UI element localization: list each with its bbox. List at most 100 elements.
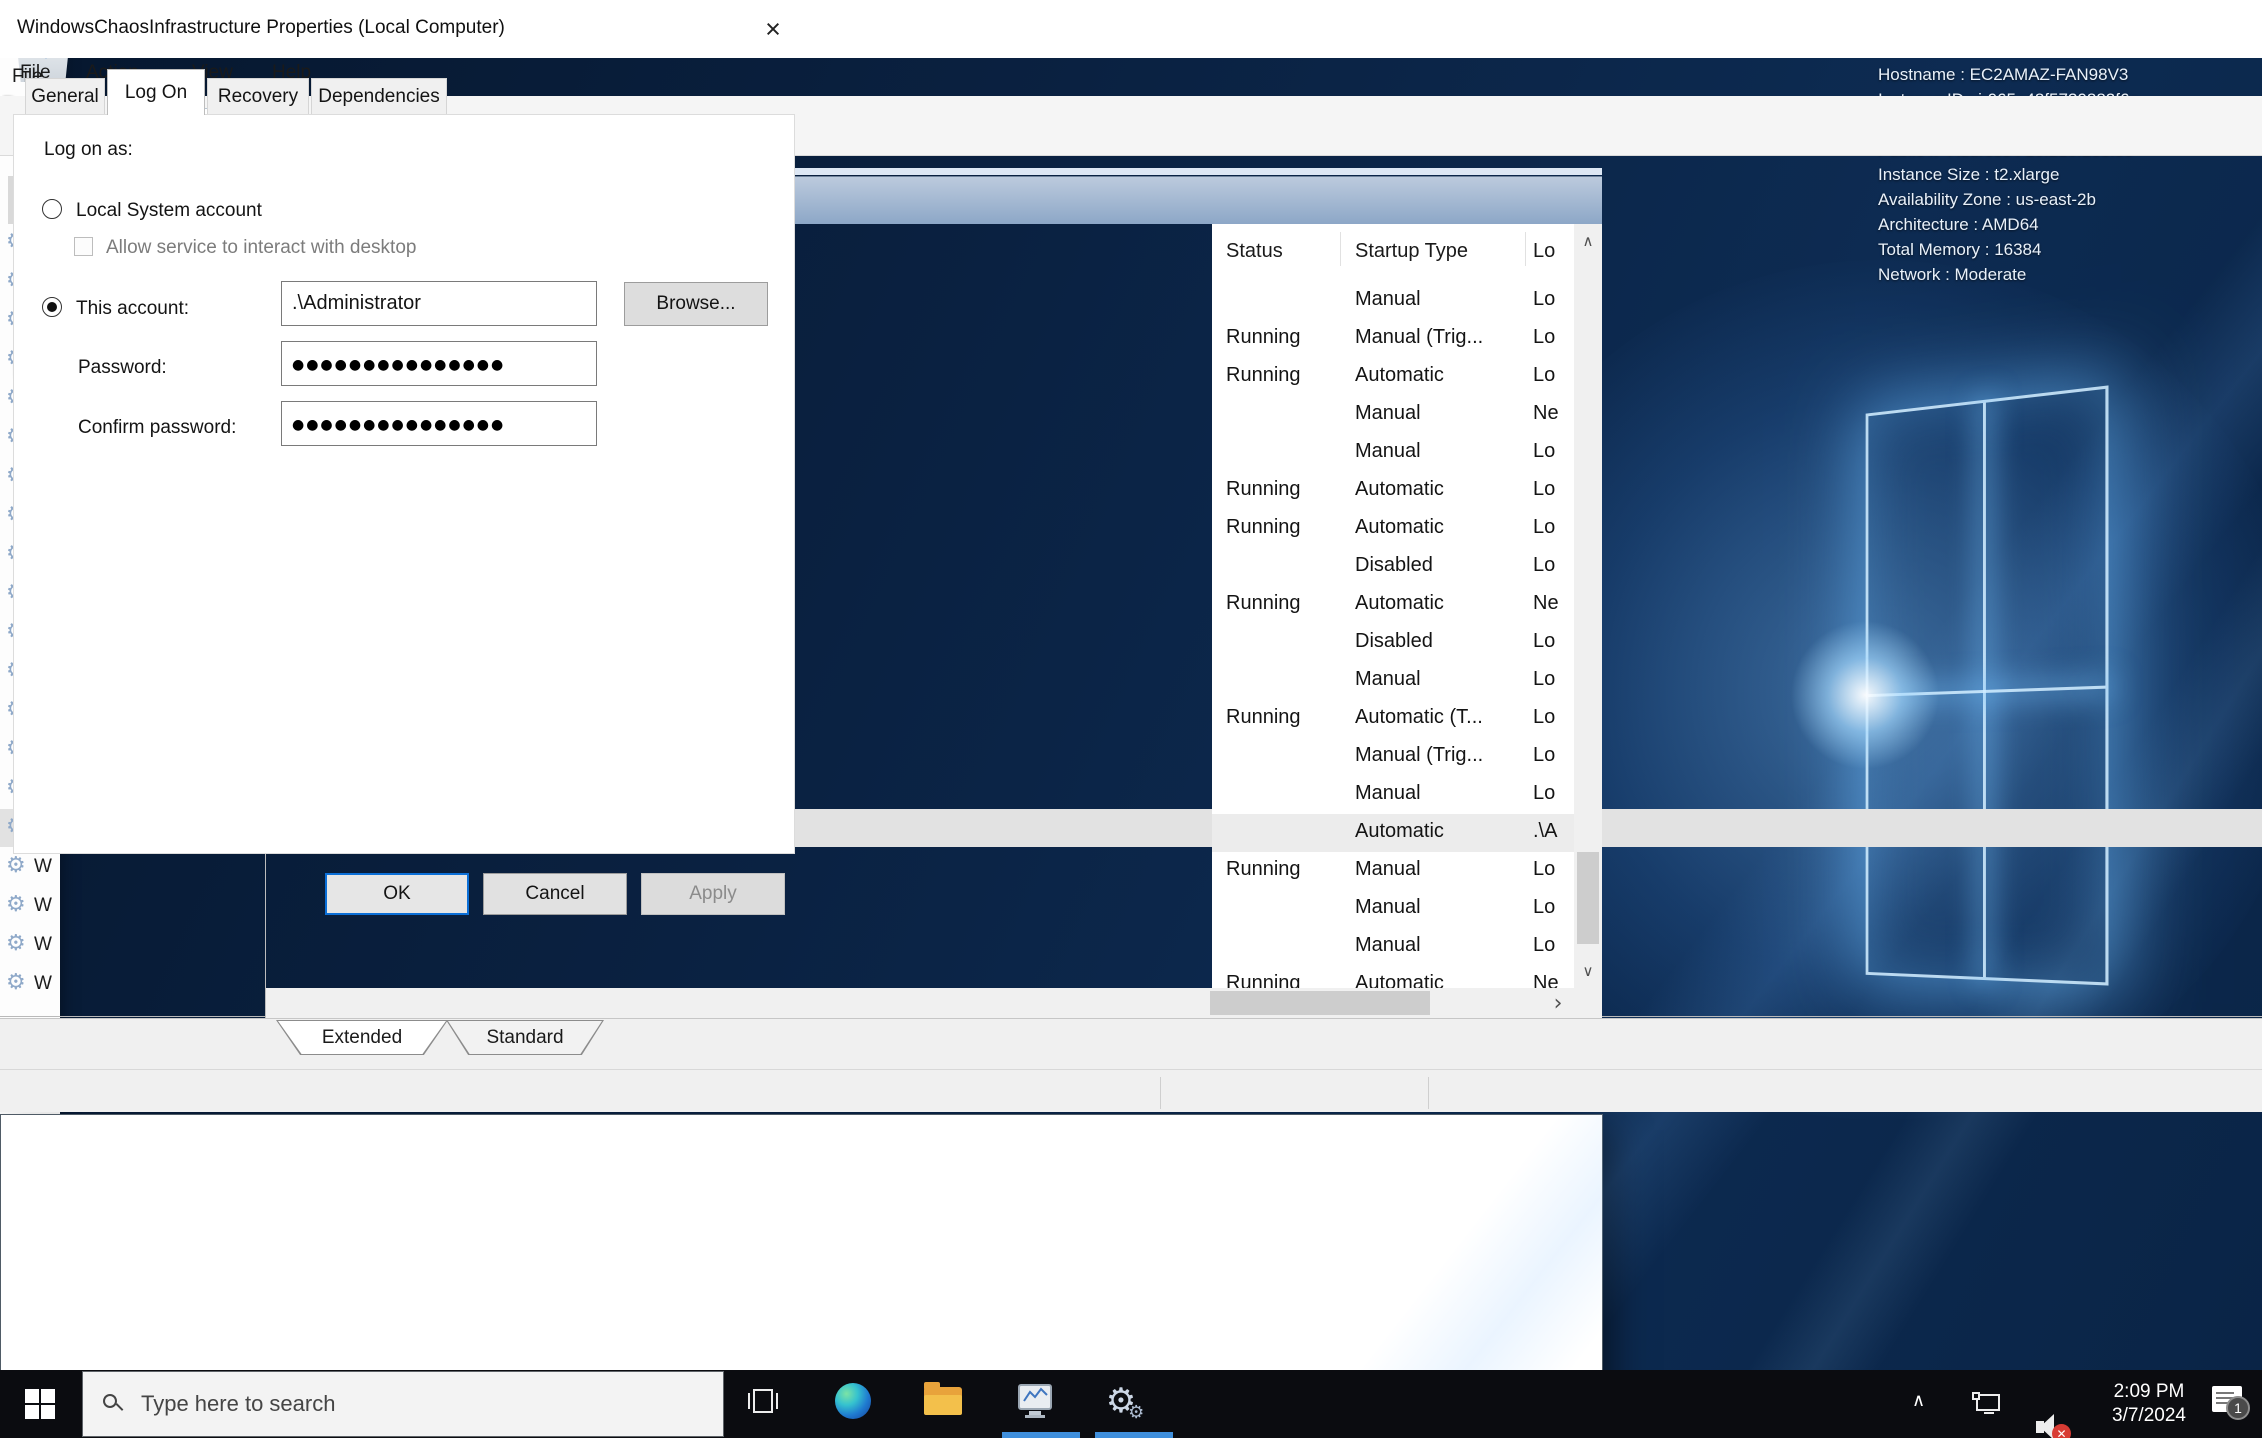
- service-row[interactable]: ManualLo: [1212, 890, 1574, 928]
- dialog-title: WindowsChaosInfrastructure Properties (L…: [17, 17, 505, 39]
- local-system-label[interactable]: Local System account: [76, 200, 262, 222]
- this-account-label[interactable]: This account:: [76, 298, 189, 320]
- confirm-password-input[interactable]: ●●●●●●●●●●●●●●●: [281, 401, 597, 446]
- service-row[interactable]: ManualLo: [1212, 282, 1574, 320]
- file-explorer-taskbar-icon[interactable]: [912, 1370, 974, 1432]
- divider: [0, 1016, 60, 1017]
- perfmon-taskbar-icon[interactable]: [1002, 1370, 1064, 1432]
- confirm-password-label: Confirm password:: [78, 417, 236, 439]
- scroll-up-button[interactable]: ∧: [1574, 224, 1602, 258]
- gear-icon: ⚙: [1128, 1402, 1144, 1423]
- clock-date: 3/7/2024: [2096, 1405, 2202, 1427]
- windows-logo-icon: [25, 1389, 55, 1419]
- task-view-button[interactable]: [732, 1370, 794, 1432]
- browse-button[interactable]: Browse...: [624, 282, 768, 326]
- ok-button[interactable]: OK: [325, 873, 469, 915]
- service-row[interactable]: RunningManualLo: [1212, 852, 1574, 890]
- this-account-radio[interactable]: [42, 297, 62, 317]
- scroll-right-button[interactable]: ›: [1542, 988, 1574, 1018]
- cancel-button[interactable]: Cancel: [483, 873, 627, 915]
- service-row[interactable]: RunningAutomaticLo: [1212, 510, 1574, 548]
- scrollbar-corner: [1574, 988, 1602, 1018]
- tab-standard[interactable]: Standard: [446, 1020, 604, 1055]
- statusbar-separator: [1428, 1077, 1429, 1109]
- service-row[interactable]: ⚙W: [0, 965, 60, 1003]
- local-system-radio[interactable]: [42, 199, 62, 219]
- apply-button[interactable]: Apply: [641, 873, 785, 915]
- service-row[interactable]: ManualLo: [1212, 776, 1574, 814]
- service-row[interactable]: ManualLo: [1212, 662, 1574, 700]
- column-separator[interactable]: [1340, 232, 1341, 266]
- log-on-tab-page: Log on as: Local System account Allow se…: [13, 114, 795, 854]
- gear-icon: ⚙: [6, 855, 26, 877]
- service-row[interactable]: RunningAutomaticNe: [1212, 586, 1574, 624]
- service-row[interactable]: ManualNe: [1212, 396, 1574, 434]
- service-row[interactable]: DisabledLo: [1212, 624, 1574, 662]
- scrollbar-thumb[interactable]: [1210, 991, 1430, 1015]
- notification-icon: 1: [2212, 1386, 2242, 1412]
- tab-extended[interactable]: Extended: [276, 1020, 448, 1055]
- password-input[interactable]: ●●●●●●●●●●●●●●●: [281, 341, 597, 386]
- service-row[interactable]: RunningAutomatic (T...Lo: [1212, 700, 1574, 738]
- service-row[interactable]: RunningAutomaticLo: [1212, 358, 1574, 396]
- statusbar-separator: [1160, 1077, 1161, 1109]
- edge-icon: [835, 1383, 871, 1419]
- scroll-down-button[interactable]: ∨: [1574, 954, 1602, 988]
- service-row[interactable]: RunningManual (Trig...Lo: [1212, 320, 1574, 358]
- column-header-startup-type[interactable]: Startup Type: [1355, 240, 1468, 263]
- column-header-status[interactable]: Status: [1226, 240, 1283, 263]
- taskbar-search[interactable]: Type here to search: [82, 1371, 724, 1437]
- column-header-logon-as[interactable]: Lo: [1533, 240, 1555, 263]
- taskbar: Type here to search ⚙ ⚙: [0, 1370, 2262, 1438]
- network-icon[interactable]: [1972, 1392, 2002, 1416]
- tab-log-on[interactable]: Log On: [107, 69, 205, 115]
- clock-time: 2:09 PM: [2096, 1381, 2202, 1403]
- service-row[interactable]: DisabledLo: [1212, 548, 1574, 586]
- search-icon: [103, 1394, 123, 1414]
- gear-icon: ⚙: [6, 894, 26, 916]
- interact-desktop-label: Allow service to interact with desktop: [106, 237, 416, 259]
- window-bottom: Extended Standard: [0, 1018, 2262, 1112]
- password-label: Password:: [78, 357, 167, 379]
- service-row[interactable]: ManualLo: [1212, 928, 1574, 966]
- service-row-selected[interactable]: Automatic.\A: [1212, 814, 1574, 852]
- service-row[interactable]: RunningAutomaticNe: [1212, 966, 1574, 988]
- search-placeholder: Type here to search: [141, 1391, 335, 1417]
- info-line: Availability Zone : us-east-2b: [1878, 187, 2250, 212]
- tab-recovery[interactable]: Recovery: [207, 78, 309, 115]
- edge-taskbar-icon[interactable]: [822, 1370, 884, 1432]
- scrollbar-thumb[interactable]: [1577, 852, 1599, 944]
- folder-icon: [924, 1387, 962, 1415]
- service-row[interactable]: RunningAutomaticLo: [1212, 472, 1574, 510]
- statusbar-divider: [0, 1069, 2262, 1070]
- tray-chevron-icon[interactable]: ∧: [1912, 1390, 1925, 1411]
- vertical-scrollbar[interactable]: ∧ ∨: [1574, 224, 1602, 988]
- running-indicator: [1002, 1432, 1080, 1438]
- desktop: Hostname : EC2AMAZ-FAN98V3 Instance ID :…: [0, 0, 2262, 1438]
- info-line: Instance Size : t2.xlarge: [1878, 162, 2250, 187]
- horizontal-scrollbar[interactable]: ›: [266, 988, 1574, 1018]
- account-input[interactable]: .\Administrator: [281, 281, 597, 326]
- volume-muted-icon[interactable]: ✕: [2036, 1412, 2072, 1438]
- tab-general[interactable]: General: [25, 78, 105, 115]
- gear-icon: ⚙: [6, 972, 26, 994]
- gear-icon: ⚙: [6, 933, 26, 955]
- services-taskbar-icon[interactable]: ⚙ ⚙: [1094, 1370, 1156, 1432]
- running-indicator: [1095, 1432, 1173, 1438]
- column-separator[interactable]: [1525, 232, 1526, 266]
- log-on-as-label: Log on as:: [44, 139, 133, 161]
- notification-badge: 1: [2226, 1396, 2250, 1420]
- service-row[interactable]: ManualLo: [1212, 434, 1574, 472]
- service-row[interactable]: Manual (Trig...Lo: [1212, 738, 1574, 776]
- mute-x-icon: ✕: [2052, 1424, 2071, 1438]
- action-center-button[interactable]: 1: [2212, 1386, 2242, 1412]
- interact-desktop-checkbox[interactable]: [74, 237, 93, 256]
- service-row[interactable]: ⚙W: [0, 926, 60, 964]
- service-row[interactable]: ⚙W: [0, 887, 60, 925]
- taskbar-clock[interactable]: 2:09 PM 3/7/2024: [2096, 1370, 2202, 1438]
- info-line: Hostname : EC2AMAZ-FAN98V3: [1878, 62, 2250, 87]
- tab-dependencies[interactable]: Dependencies: [311, 78, 447, 115]
- start-button[interactable]: [0, 1370, 80, 1438]
- services-list: Status Startup Type Lo ManualLo RunningM…: [1212, 224, 1574, 988]
- dialog-close-button[interactable]: ×: [748, 8, 798, 50]
